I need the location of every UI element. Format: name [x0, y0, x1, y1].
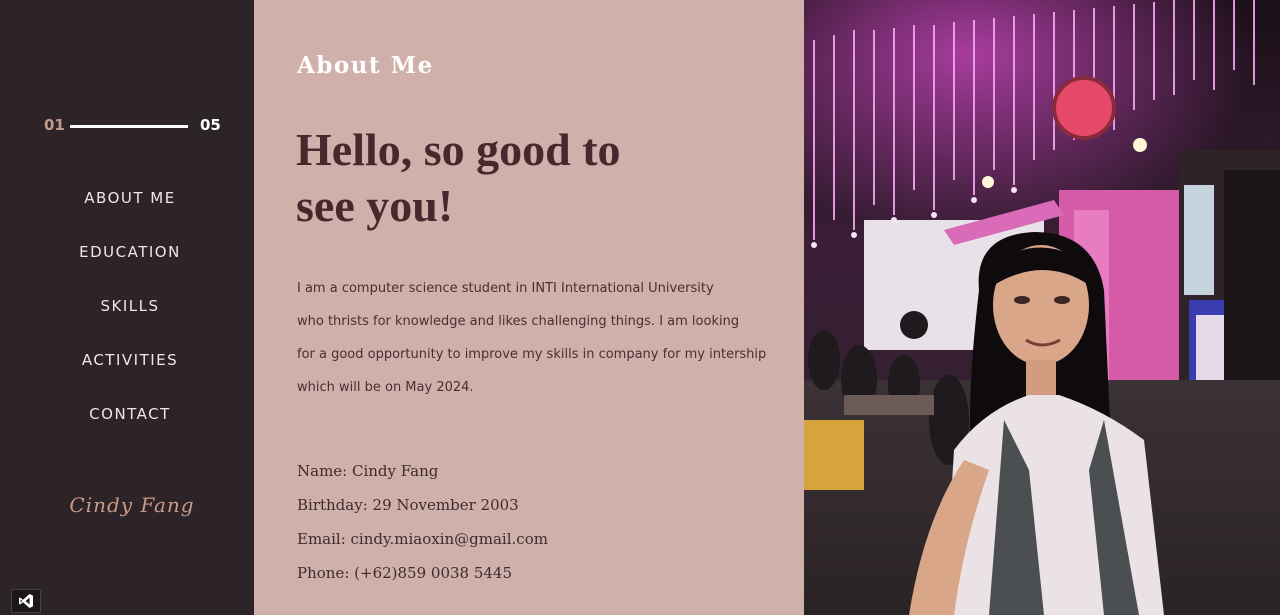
intro-line: I am a computer science student in INTI …: [297, 281, 714, 296]
intro-line: which will be on May 2024.: [297, 380, 474, 395]
personal-details: Name: Cindy Fang Birthday: 29 November 2…: [297, 461, 548, 597]
intro-paragraph: I am a computer science student in INTI …: [297, 278, 787, 410]
progress-start-number: 01: [44, 116, 65, 134]
headline-line-1: Hello, so good to: [296, 124, 621, 175]
nav-item-contact[interactable]: CONTACT: [0, 404, 260, 458]
nav-item-education[interactable]: EDUCATION: [0, 242, 260, 296]
about-section: About Me Hello, so good to see you! I am…: [254, 0, 804, 615]
headline-line-2: see you!: [296, 180, 454, 231]
signature: Cindy Fang: [69, 493, 195, 517]
detail-email: Email: cindy.miaoxin@gmail.com: [297, 530, 548, 548]
visual-studio-icon[interactable]: [11, 589, 41, 613]
sidebar-nav: ABOUT ME EDUCATION SKILLS ACTIVITIES CON…: [0, 188, 260, 458]
progress-end-number: 05: [200, 116, 221, 134]
section-title: About Me: [297, 52, 434, 79]
sidebar: 01 05 ABOUT ME EDUCATION SKILLS ACTIVITI…: [0, 0, 254, 615]
detail-birthday: Birthday: 29 November 2003: [297, 496, 519, 514]
progress-bar: [70, 125, 188, 128]
photo-illustration: [804, 0, 1280, 615]
nav-item-skills[interactable]: SKILLS: [0, 296, 260, 350]
slide-progress: 01 05: [44, 116, 224, 136]
intro-line: for a good opportunity to improve my ski…: [297, 347, 767, 362]
nav-item-activities[interactable]: ACTIVITIES: [0, 350, 260, 404]
nav-item-about-me[interactable]: ABOUT ME: [0, 188, 260, 242]
headline: Hello, so good to see you!: [296, 122, 696, 234]
detail-name: Name: Cindy Fang: [297, 462, 439, 480]
profile-photo: [804, 0, 1280, 615]
intro-line: who thrists for knowledge and likes chal…: [297, 314, 740, 329]
detail-phone: Phone: (+62)859 0038 5445: [297, 564, 513, 582]
